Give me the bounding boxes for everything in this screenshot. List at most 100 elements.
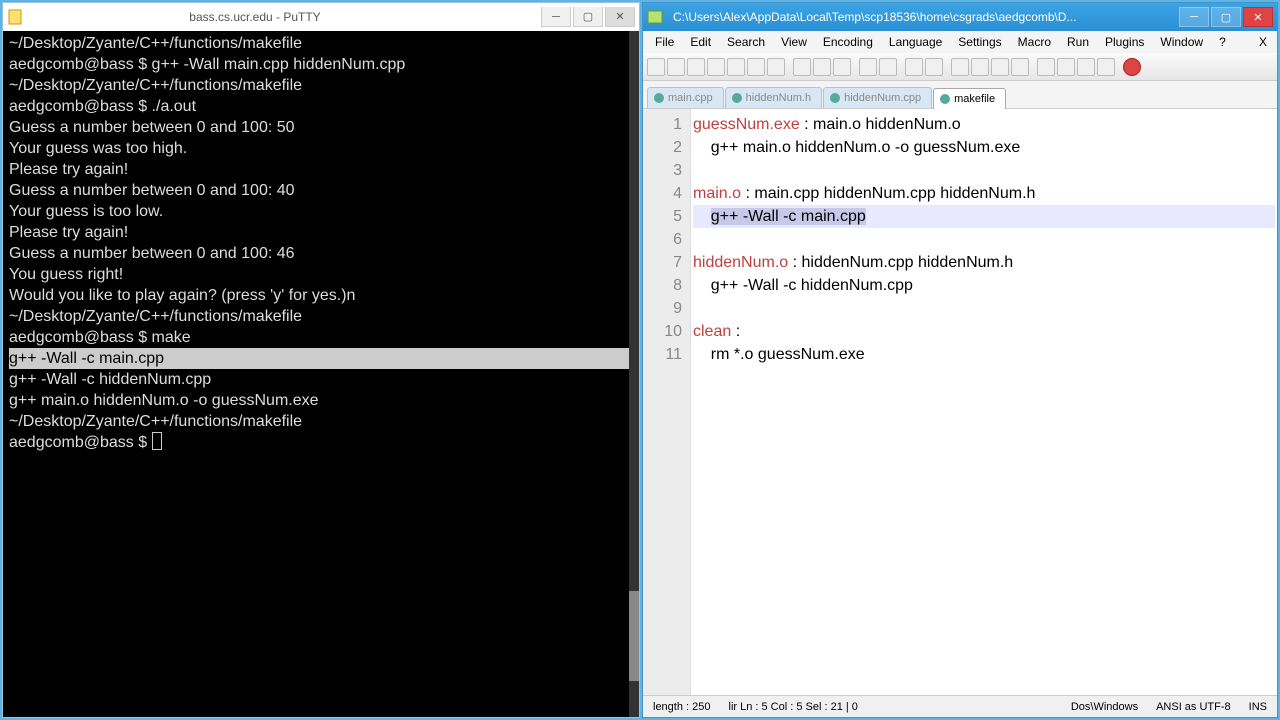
menu-bar: FileEditSearchViewEncodingLanguageSettin…	[643, 31, 1277, 53]
menu-help[interactable]: ?	[1211, 33, 1234, 51]
maximize-button[interactable]: ▢	[1211, 7, 1241, 27]
terminal-line: aedgcomb@bass $ make	[9, 327, 633, 348]
code-area[interactable]: guessNum.exe : main.o hiddenNum.o g++ ma…	[691, 109, 1277, 695]
minimize-button[interactable]: ─	[541, 7, 571, 27]
tab-label: hiddenNum.h	[746, 92, 811, 104]
terminal-line: ~/Desktop/Zyante/C++/functions/makefile	[9, 33, 633, 54]
terminal-line: You guess right!	[9, 264, 633, 285]
terminal-output[interactable]: ~/Desktop/Zyante/C++/functions/makefilea…	[3, 31, 639, 717]
close-button[interactable]: ✕	[1243, 7, 1273, 27]
minimize-button[interactable]: ─	[1179, 7, 1209, 27]
undo-icon[interactable]	[859, 58, 877, 76]
line-number: 11	[647, 343, 682, 366]
cut-icon[interactable]	[793, 58, 811, 76]
putty-window: bass.cs.ucr.edu - PuTTY ─ ▢ ✕ ~/Desktop/…	[2, 2, 640, 718]
tab-label: makefile	[954, 93, 995, 105]
menu-window[interactable]: Window	[1152, 33, 1211, 51]
terminal-line: Please try again!	[9, 222, 633, 243]
close-doc-button[interactable]: X	[1253, 35, 1273, 49]
open-icon[interactable]	[667, 58, 685, 76]
zoom-in-icon[interactable]	[951, 58, 969, 76]
tab-hiddenNum-h[interactable]: hiddenNum.h	[725, 87, 822, 108]
line-gutter: 1234567891011	[643, 109, 691, 695]
tab-hiddenNum-cpp[interactable]: hiddenNum.cpp	[823, 87, 932, 108]
notepadpp-window: C:\Users\Alex\AppData\Local\Temp\scp1853…	[642, 2, 1278, 718]
menu-language[interactable]: Language	[881, 33, 950, 51]
putty-titlebar[interactable]: bass.cs.ucr.edu - PuTTY ─ ▢ ✕	[3, 3, 639, 31]
folder-icon[interactable]	[1097, 58, 1115, 76]
menu-settings[interactable]: Settings	[950, 33, 1009, 51]
code-line[interactable]: rm *.o guessNum.exe	[693, 343, 1275, 366]
line-number: 2	[647, 136, 682, 159]
line-number: 1	[647, 113, 682, 136]
terminal-line: ~/Desktop/Zyante/C++/functions/makefile	[9, 306, 633, 327]
indent-icon[interactable]	[1077, 58, 1095, 76]
print-icon[interactable]	[767, 58, 785, 76]
terminal-line: aedgcomb@bass $	[9, 432, 633, 453]
replace-icon[interactable]	[925, 58, 943, 76]
tab-main-cpp[interactable]: main.cpp	[647, 87, 724, 108]
code-line[interactable]	[693, 297, 1275, 320]
redo-icon[interactable]	[879, 58, 897, 76]
sync-h-icon[interactable]	[1011, 58, 1029, 76]
putty-title: bass.cs.ucr.edu - PuTTY	[29, 10, 541, 24]
npp-title: C:\Users\Alex\AppData\Local\Temp\scp1853…	[669, 10, 1179, 24]
copy-icon[interactable]	[813, 58, 831, 76]
sync-v-icon[interactable]	[991, 58, 1009, 76]
close-icon[interactable]	[727, 58, 745, 76]
maximize-button[interactable]: ▢	[573, 7, 603, 27]
putty-icon	[7, 9, 23, 25]
menu-macro[interactable]: Macro	[1010, 33, 1059, 51]
code-line[interactable]: g++ -Wall -c main.cpp	[693, 205, 1275, 228]
line-number: 5	[647, 205, 682, 228]
terminal-scrollbar[interactable]	[629, 31, 639, 717]
tab-label: hiddenNum.cpp	[844, 92, 921, 104]
menu-edit[interactable]: Edit	[682, 33, 719, 51]
code-line[interactable]: hiddenNum.o : hiddenNum.cpp hiddenNum.h	[693, 251, 1275, 274]
paste-icon[interactable]	[833, 58, 851, 76]
tab-strip: main.cpp hiddenNum.h hiddenNum.cpp makefile	[643, 81, 1277, 109]
close-all-icon[interactable]	[747, 58, 765, 76]
status-mode: INS	[1249, 701, 1267, 713]
new-icon[interactable]	[647, 58, 665, 76]
save-icon[interactable]	[687, 58, 705, 76]
find-icon[interactable]	[905, 58, 923, 76]
code-editor[interactable]: 1234567891011 guessNum.exe : main.o hidd…	[643, 109, 1277, 695]
line-number: 8	[647, 274, 682, 297]
code-line[interactable]: main.o : main.cpp hiddenNum.cpp hiddenNu…	[693, 182, 1275, 205]
menu-plugins[interactable]: Plugins	[1097, 33, 1152, 51]
close-button[interactable]: ✕	[605, 7, 635, 27]
code-line[interactable]: clean :	[693, 320, 1275, 343]
tab-status-icon	[732, 93, 742, 103]
code-line[interactable]	[693, 159, 1275, 182]
menu-search[interactable]: Search	[719, 33, 773, 51]
code-line[interactable]	[693, 228, 1275, 251]
tab-status-icon	[940, 94, 950, 104]
line-number: 3	[647, 159, 682, 182]
code-line[interactable]: g++ -Wall -c hiddenNum.cpp	[693, 274, 1275, 297]
menu-file[interactable]: File	[647, 33, 682, 51]
tab-makefile[interactable]: makefile	[933, 88, 1006, 109]
wordwrap-icon[interactable]	[1037, 58, 1055, 76]
terminal-line: Your guess is too low.	[9, 201, 633, 222]
npp-titlebar[interactable]: C:\Users\Alex\AppData\Local\Temp\scp1853…	[643, 3, 1277, 31]
menu-encoding[interactable]: Encoding	[815, 33, 881, 51]
menu-view[interactable]: View	[773, 33, 815, 51]
toolbar	[643, 53, 1277, 81]
line-number: 9	[647, 297, 682, 320]
menu-run[interactable]: Run	[1059, 33, 1097, 51]
zoom-out-icon[interactable]	[971, 58, 989, 76]
code-line[interactable]: g++ main.o hiddenNum.o -o guessNum.exe	[693, 136, 1275, 159]
save-all-icon[interactable]	[707, 58, 725, 76]
status-eol: Dos\Windows	[1071, 701, 1138, 713]
status-length: length : 250	[653, 701, 711, 713]
status-bar: length : 250 lir Ln : 5 Col : 5 Sel : 21…	[643, 695, 1277, 717]
tab-label: main.cpp	[668, 92, 713, 104]
record-macro-icon[interactable]	[1123, 58, 1141, 76]
terminal-line: Guess a number between 0 and 100: 40	[9, 180, 633, 201]
allchars-icon[interactable]	[1057, 58, 1075, 76]
line-number: 10	[647, 320, 682, 343]
line-number: 7	[647, 251, 682, 274]
code-line[interactable]: guessNum.exe : main.o hiddenNum.o	[693, 113, 1275, 136]
line-number: 4	[647, 182, 682, 205]
